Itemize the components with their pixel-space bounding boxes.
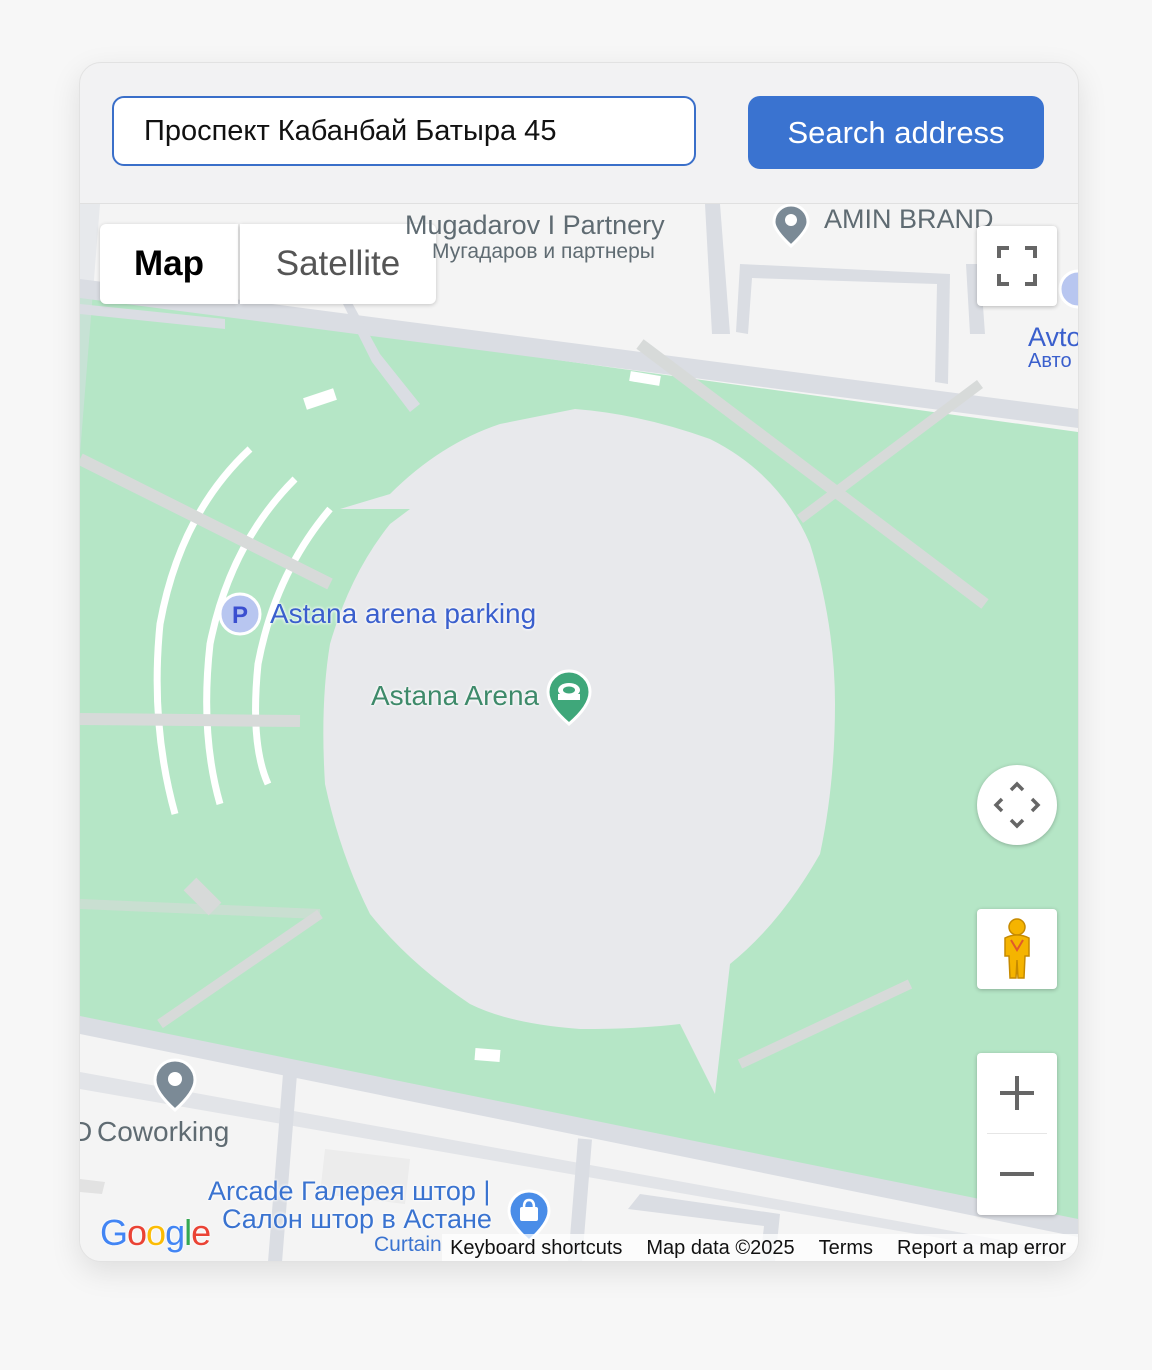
place-label-arena-parking[interactable]: Astana arena parking xyxy=(270,598,536,630)
pegman-icon xyxy=(1004,918,1030,979)
terms-link[interactable]: Terms xyxy=(819,1237,873,1260)
report-map-error-link[interactable]: Report a map error xyxy=(897,1237,1066,1260)
place-label-mugadarov-ru[interactable]: Мугадаров и партнеры xyxy=(432,240,655,264)
place-label-avto[interactable]: Avto xyxy=(1028,322,1078,353)
fullscreen-icon xyxy=(997,246,1037,286)
stadium-icon[interactable] xyxy=(544,668,594,728)
google-map[interactable]: Map Satellite Mugadarov I Partnery Мугад… xyxy=(80,203,1078,1262)
place-label-coworking-prefix[interactable]: D xyxy=(80,1116,92,1148)
zoom-out-button[interactable] xyxy=(977,1134,1057,1214)
google-logo: Google xyxy=(100,1212,211,1253)
map-pin-icon[interactable] xyxy=(770,204,812,248)
zoom-out-icon xyxy=(1000,1172,1034,1176)
search-address-button[interactable]: Search address xyxy=(748,96,1044,169)
map-pin-icon[interactable] xyxy=(1058,269,1078,313)
map-canvas[interactable] xyxy=(80,204,1078,1262)
place-label-curtain[interactable]: Curtain xyxy=(374,1233,442,1257)
address-search-input[interactable] xyxy=(112,96,696,166)
place-label-arcade-line1[interactable]: Arcade Галерея штор | xyxy=(208,1176,490,1207)
zoom-controls xyxy=(977,1053,1057,1215)
map-footer: Keyboard shortcuts Map data ©2025 Terms … xyxy=(442,1234,1078,1261)
map-pin-icon[interactable] xyxy=(150,1058,200,1114)
parking-glyph: P xyxy=(232,602,248,629)
zoom-in-icon xyxy=(1000,1076,1034,1110)
zoom-in-button[interactable] xyxy=(977,1053,1057,1133)
street-view-pegman-button[interactable] xyxy=(977,909,1057,989)
place-label-avto-ru[interactable]: Авто xyxy=(1028,350,1072,373)
place-label-coworking[interactable]: Coworking xyxy=(97,1116,229,1148)
map-search-card: Search address xyxy=(79,62,1079,1262)
place-label-astana-arena[interactable]: Astana Arena xyxy=(371,680,539,712)
camera-control-button[interactable] xyxy=(977,765,1057,845)
map-type-map-button[interactable]: Map xyxy=(100,224,238,304)
camera-control-icon xyxy=(993,781,1041,829)
parking-icon[interactable]: P xyxy=(216,592,264,640)
fullscreen-button[interactable] xyxy=(977,226,1057,306)
map-data-attribution: Map data ©2025 xyxy=(646,1236,795,1259)
place-label-arcade-line2[interactable]: Салон штор в Астане xyxy=(222,1204,492,1235)
place-label-amin-brand[interactable]: AMIN BRAND xyxy=(824,204,994,235)
place-label-mugadarov[interactable]: Mugadarov I Partnery xyxy=(405,210,665,241)
keyboard-shortcuts-link[interactable]: Keyboard shortcuts xyxy=(450,1237,622,1260)
